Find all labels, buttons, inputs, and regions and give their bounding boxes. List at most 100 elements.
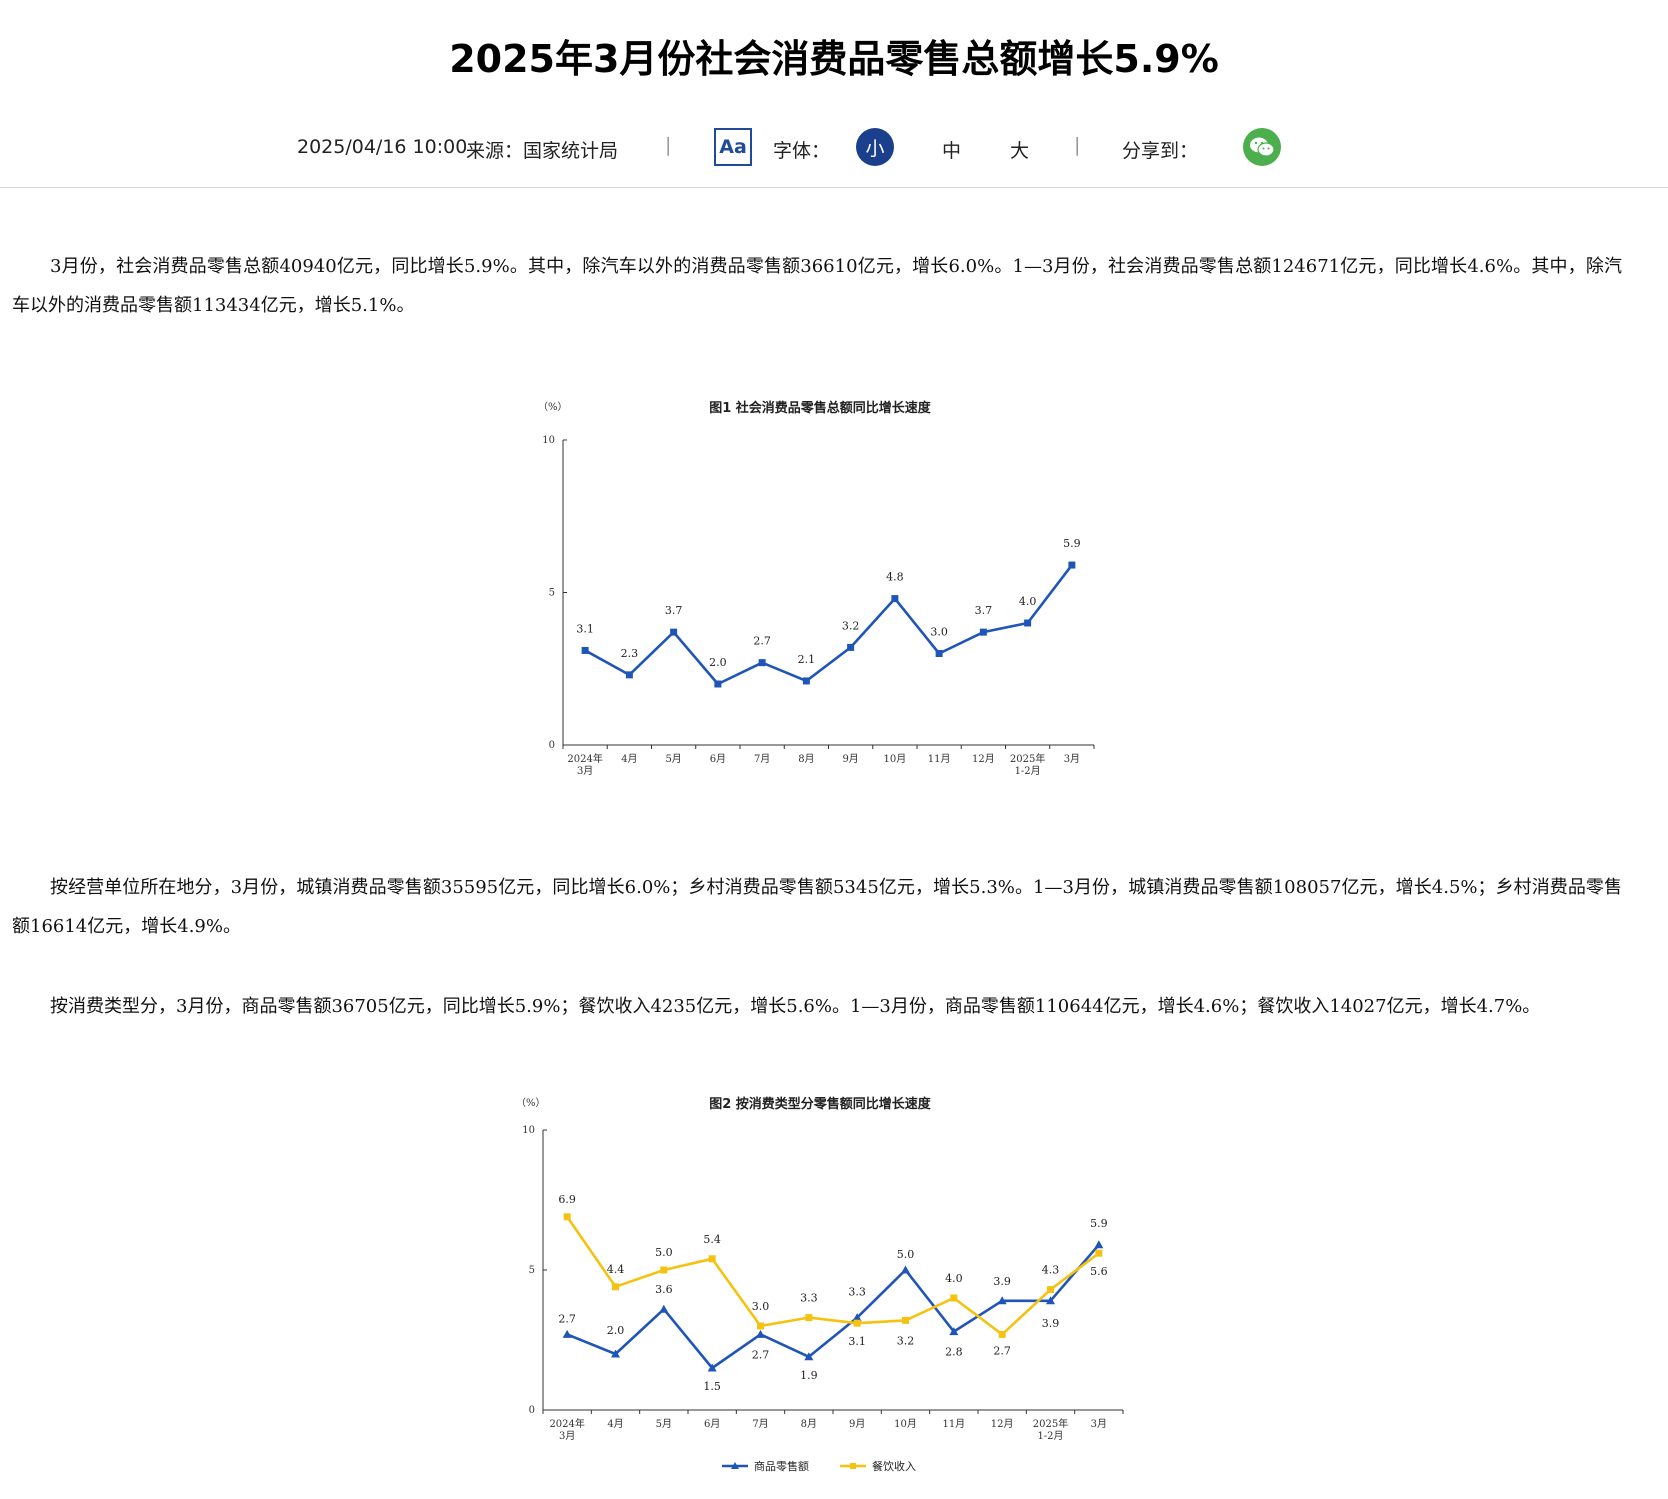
x-tick-label: 3月 (1091, 1418, 1107, 1430)
data-point (659, 1304, 669, 1313)
data-point (563, 1213, 571, 1221)
y-tick-label: 0 (529, 1405, 535, 1416)
font-size-label: 字体： (773, 140, 831, 162)
series-line (566, 1243, 1100, 1370)
separator: | (1074, 134, 1081, 156)
data-label: 2.8 (945, 1346, 963, 1359)
data-label: 3.2 (897, 1334, 915, 1347)
data-label: 5.9 (1063, 537, 1081, 550)
data-label: 2.7 (753, 635, 771, 648)
x-tick-label: 2025年 (1010, 752, 1045, 765)
data-label: 2.0 (709, 656, 727, 669)
wechat-icon[interactable] (1243, 128, 1281, 166)
article-meta: 2025/04/16 10:00 来源：国家统计局 | Aa 字体： 小 中 大… (0, 122, 1668, 178)
data-point (1068, 561, 1076, 569)
y-axis-label: （%） (538, 401, 568, 413)
data-label: 5.0 (897, 1248, 915, 1261)
series-line (584, 564, 1073, 686)
data-label: 4.0 (945, 1272, 963, 1285)
chart-2-svg: 图2 按消费类型分零售额同比增长速度（%）05102024年3月4月 5月 6月 7月… (516, 1096, 1124, 1473)
publish-date: 2025/04/16 10:00 (297, 136, 468, 158)
data-label: 4.8 (886, 571, 904, 584)
font-size-medium-button[interactable]: 中 (942, 136, 961, 163)
chart-2: 图2 按消费类型分零售额同比增长速度 （%） 0 5 10 2024年 3月 4月 5月 6月 7月… (500, 1090, 1160, 1499)
data-point (1024, 619, 1032, 627)
data-point (950, 1294, 958, 1302)
data-label: 3.3 (848, 1286, 866, 1299)
data-label: 4.0 (1019, 595, 1037, 608)
paragraph-3: 按消费类型分，3月份，商品零售额36705亿元，同比增长5.9%；餐饮收入423… (50, 996, 1541, 1017)
x-tick-label: 4月 (621, 753, 637, 765)
data-label: 3.1 (848, 1335, 866, 1348)
aa-icon[interactable]: Aa (714, 128, 752, 166)
data-label: 3.6 (655, 1283, 673, 1296)
share-label: 分享到： (1122, 140, 1199, 162)
y-tick-label: 5 (529, 1265, 535, 1276)
x-tick-label: 6月 (710, 753, 726, 765)
data-label: 3.7 (665, 604, 683, 617)
data-label: 1.9 (800, 1369, 818, 1382)
data-point (998, 1330, 1006, 1338)
data-point (714, 680, 722, 688)
chart-title: 图2 按消费类型分零售额同比增长速度 (709, 1096, 932, 1112)
paragraph-1: 3月份，社会消费品零售总额40940亿元，同比增长5.9%。其中，除汽车以外的消… (12, 256, 1622, 316)
font-size-large-button[interactable]: 大 (1010, 136, 1029, 163)
separator: | (665, 134, 672, 156)
x-tick-label: 3月 (559, 1430, 575, 1442)
x-tick-label: 10月 (894, 1418, 917, 1430)
data-label: 2.7 (993, 1344, 1011, 1357)
series-line (566, 1216, 1100, 1336)
wechat-glyph (1250, 137, 1275, 157)
data-label: 2.7 (752, 1348, 770, 1361)
x-tick-label: 7月 (754, 753, 770, 765)
data-label: 3.1 (576, 622, 594, 635)
legend-label: 商品零售额 (754, 1459, 809, 1473)
data-label: 4.3 (1042, 1264, 1060, 1277)
font-size-small-button[interactable]: 小 (856, 128, 894, 166)
source-label: 来源：国家统计局 (466, 140, 619, 162)
x-tick-label: 11月 (928, 753, 951, 765)
y-tick-label: 0 (549, 740, 555, 751)
data-point (756, 1329, 765, 1338)
x-tick-label: 10月 (884, 753, 907, 765)
x-tick-label: 5月 (656, 1418, 672, 1430)
data-label: 3.9 (1042, 1317, 1060, 1330)
data-point (1094, 1240, 1104, 1249)
legend-marker (850, 1463, 856, 1469)
page-title: 2025年3月份社会消费品零售总额增长5.9% (449, 37, 1219, 81)
chart-title: 图1 社会消费品零售总额同比增长速度 (709, 400, 932, 416)
data-point (612, 1283, 619, 1291)
data-label: 3.0 (752, 1300, 770, 1313)
chart-1-svg: 图1 社会消费品零售总额同比增长速度 （%） 0 5 10 2024年3月 4月 5月 6月 7月… (538, 400, 1095, 777)
x-tick-label: 2024年 (567, 752, 602, 765)
data-label: 2.1 (798, 653, 816, 666)
data-label: 5.0 (655, 1246, 673, 1259)
data-label: 3.7 (975, 604, 993, 617)
data-label: 2.3 (621, 647, 639, 660)
x-tick-label: 6月 (704, 1418, 720, 1430)
data-point (660, 1266, 668, 1274)
data-label: 5.9 (1090, 1217, 1108, 1230)
y-tick-label: 5 (549, 588, 555, 599)
data-label: 5.6 (1090, 1265, 1108, 1278)
y-tick-label: 10 (542, 435, 555, 446)
data-label: 3.2 (842, 619, 860, 632)
y-tick-label: 10 (522, 1125, 535, 1136)
data-point (891, 595, 899, 603)
data-label: 5.4 (703, 1233, 721, 1246)
data-point (625, 671, 633, 679)
data-label: 2.0 (607, 1324, 625, 1337)
x-tick-label: 5月 (665, 753, 681, 765)
paragraph-2: 按经营单位所在地分，3月份，城镇消费品零售额35595亿元，同比增长6.0%；乡… (12, 877, 1622, 937)
x-tick-label: 9月 (849, 1418, 865, 1430)
header-divider (0, 187, 1668, 188)
data-point (979, 628, 987, 636)
y-axis-label: （%） (516, 1097, 546, 1109)
data-point (758, 659, 766, 667)
x-tick-label: 12月 (972, 753, 995, 765)
x-tick-label: 2025年 (1033, 1417, 1068, 1430)
data-point (802, 677, 810, 685)
data-label: 4.4 (607, 1263, 625, 1276)
x-tick-label: 3月 (577, 765, 593, 777)
data-label: 3.9 (993, 1275, 1011, 1288)
